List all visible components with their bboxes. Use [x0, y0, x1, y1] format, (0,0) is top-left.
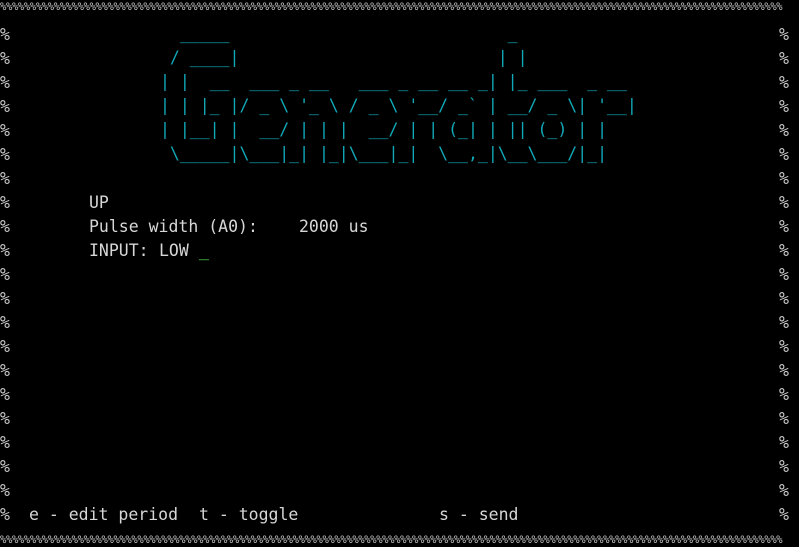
border-char: %: [0, 337, 10, 356]
shortcut-edit-period[interactable]: e - edit period: [29, 503, 178, 527]
top-border: %%%%%%%%%%%%%%%%%%%%%%%%%%%%%%%%%%%%%%%%…: [0, 1, 783, 13]
border-char: %: [0, 145, 10, 164]
border-char: %: [779, 289, 789, 308]
input-label: INPUT:: [89, 241, 149, 260]
input-value: LOW: [159, 241, 189, 260]
border-char: %: [0, 481, 10, 500]
border-char: %: [779, 385, 789, 404]
border-char: %: [0, 25, 10, 44]
border-char: %: [779, 337, 789, 356]
border-char: %: [779, 217, 789, 236]
border-char: %: [779, 49, 789, 68]
bottom-border: %%%%%%%%%%%%%%%%%%%%%%%%%%%%%%%%%%%%%%%%…: [0, 534, 783, 546]
pulse-width-value: 2000 us: [299, 217, 369, 236]
border-char: %: [779, 361, 789, 380]
border-char: %: [0, 313, 10, 332]
border-char: %: [0, 121, 10, 140]
border-char: %: [779, 265, 789, 284]
border-char: %: [0, 193, 10, 212]
border-char: %: [779, 145, 789, 164]
border-char: %: [0, 265, 10, 284]
border-char: %: [779, 313, 789, 332]
terminal-window[interactable]: %%%%%%%%%%%%%%%%%%%%%%%%%%%%%%%%%%%%%%%%…: [0, 0, 799, 547]
border-char: %: [779, 121, 789, 140]
border-char: %: [0, 361, 10, 380]
border-char: %: [779, 169, 789, 188]
border-char: %: [779, 241, 789, 260]
border-char: %: [779, 97, 789, 116]
shortcut-toggle[interactable]: t - toggle: [199, 503, 298, 527]
border-char: %: [779, 193, 789, 212]
generator-banner: _____ _ / ____| | | | | __ ___ _ __ ___ …: [160, 24, 637, 163]
border-char: %: [0, 385, 10, 404]
border-char: %: [0, 169, 10, 188]
text-cursor[interactable]: _: [199, 239, 209, 263]
border-char: %: [779, 73, 789, 92]
border-char: %: [779, 505, 789, 524]
shortcut-send[interactable]: s - send: [439, 503, 518, 527]
border-char: %: [779, 457, 789, 476]
border-char: %: [779, 25, 789, 44]
border-char: %: [0, 241, 10, 260]
border-char: %: [0, 505, 10, 524]
border-char: %: [0, 433, 10, 452]
border-char: %: [0, 49, 10, 68]
border-char: %: [0, 97, 10, 116]
border-char: %: [0, 409, 10, 428]
border-char: %: [779, 481, 789, 500]
border-char: %: [0, 457, 10, 476]
border-char: %: [779, 409, 789, 428]
border-char: %: [0, 217, 10, 236]
border-char: %: [779, 433, 789, 452]
border-char: %: [0, 289, 10, 308]
pulse-width-label: Pulse width (A0):: [89, 217, 258, 236]
border-char: %: [0, 73, 10, 92]
state-text: UP: [89, 193, 109, 212]
